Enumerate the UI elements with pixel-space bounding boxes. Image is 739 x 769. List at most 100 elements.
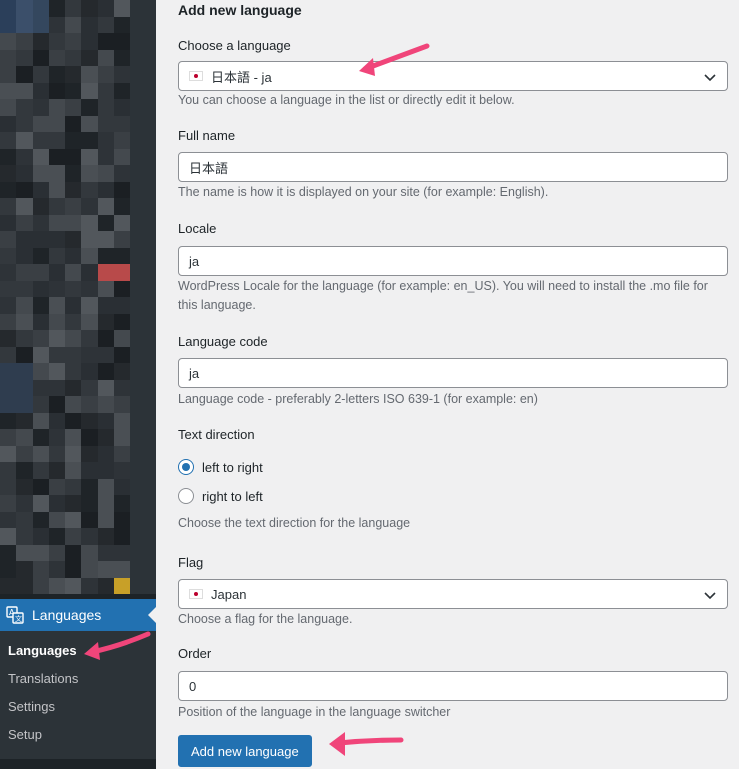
mosaic-tile <box>65 264 82 281</box>
mosaic-tile <box>97 495 114 512</box>
menu-languages-label: Languages <box>32 607 102 623</box>
mosaic-tile <box>65 495 82 512</box>
mosaic-tile <box>113 115 130 132</box>
choose-language-help: You can choose a language in the list or… <box>178 93 515 107</box>
mosaic-tile <box>0 115 17 132</box>
mosaic-tile <box>97 82 114 99</box>
mosaic-tile <box>97 478 114 495</box>
mosaic-tile <box>113 577 130 594</box>
mosaic-tile <box>97 148 114 165</box>
mosaic-tile <box>16 346 33 363</box>
mosaic-tile <box>16 231 33 248</box>
mosaic-tile <box>81 66 98 83</box>
mosaic-tile <box>97 165 114 182</box>
mosaic-tile <box>97 264 114 281</box>
mosaic-tile <box>48 379 65 396</box>
mosaic-tile <box>48 429 65 446</box>
mosaic-tile <box>16 181 33 198</box>
japan-flag-icon <box>189 589 203 599</box>
full-name-input[interactable]: 日本語 <box>178 152 728 182</box>
mosaic-tile <box>48 280 65 297</box>
mosaic-tile <box>16 313 33 330</box>
mosaic-tile <box>65 66 82 83</box>
mosaic-tile <box>113 561 130 578</box>
mosaic-tile <box>81 412 98 429</box>
mosaic-tile <box>81 280 98 297</box>
mosaic-tile <box>32 264 49 281</box>
mosaic-tile <box>32 280 49 297</box>
language-code-value: ja <box>189 365 200 381</box>
mosaic-tile <box>32 462 49 479</box>
mosaic-tile <box>113 544 130 561</box>
mosaic-tile <box>48 412 65 429</box>
mosaic-tile <box>113 82 130 99</box>
mosaic-tile <box>65 330 82 347</box>
language-code-input[interactable]: ja <box>178 358 728 388</box>
mosaic-tile <box>48 181 65 198</box>
mosaic-tile <box>16 99 33 116</box>
annotation-arrow-icon <box>329 732 404 756</box>
mosaic-tile <box>113 297 130 314</box>
mosaic-tile <box>113 132 130 149</box>
submenu-item-settings[interactable]: Settings <box>0 693 156 721</box>
mosaic-tile <box>81 313 98 330</box>
mosaic-tile <box>48 330 65 347</box>
mosaic-tile <box>0 49 17 66</box>
mosaic-tile <box>65 412 82 429</box>
mosaic-tile <box>65 99 82 116</box>
mosaic-tile <box>0 82 17 99</box>
mosaic-tile <box>16 247 33 264</box>
mosaic-tile <box>97 214 114 231</box>
locale-input[interactable]: ja <box>178 246 728 276</box>
mosaic-tile <box>97 445 114 462</box>
mosaic-tile <box>0 429 17 446</box>
mosaic-tile <box>0 528 17 545</box>
chevron-down-icon <box>704 592 716 600</box>
mosaic-tile <box>81 396 98 413</box>
mosaic-tile <box>48 478 65 495</box>
mosaic-tile <box>81 363 98 380</box>
mosaic-tile <box>0 264 17 281</box>
choose-language-select[interactable]: 日本語 - ja <box>178 61 728 91</box>
mosaic-tile <box>97 577 114 594</box>
mosaic-tile <box>81 264 98 281</box>
mosaic-tile <box>32 412 49 429</box>
mosaic-tile <box>32 16 49 33</box>
radio-button-unchecked[interactable] <box>178 488 194 504</box>
mosaic-tile <box>81 297 98 314</box>
mosaic-tile <box>81 198 98 215</box>
mosaic-tile <box>65 49 82 66</box>
mosaic-tile <box>32 165 49 182</box>
mosaic-tile <box>32 148 49 165</box>
add-new-language-button[interactable]: Add new language <box>178 735 312 767</box>
menu-languages[interactable]: A 文 Languages <box>0 599 156 631</box>
order-input[interactable]: 0 <box>178 671 728 701</box>
radio-ltr[interactable]: left to right <box>178 459 263 475</box>
radio-rtl[interactable]: right to left <box>178 488 263 504</box>
mosaic-tile <box>65 247 82 264</box>
mosaic-tile <box>65 132 82 149</box>
mosaic-tile <box>16 198 33 215</box>
japan-flag-icon <box>189 71 203 81</box>
flag-select[interactable]: Japan <box>178 579 728 609</box>
order-label: Order <box>178 646 212 661</box>
flag-value: Japan <box>211 586 247 602</box>
mosaic-tile <box>0 379 17 396</box>
mosaic-tile <box>65 297 82 314</box>
mosaic-tile <box>16 511 33 528</box>
mosaic-tile <box>113 49 130 66</box>
mosaic-tile <box>32 396 49 413</box>
mosaic-tile <box>16 0 33 17</box>
radio-button-checked[interactable] <box>178 459 194 475</box>
mosaic-tile <box>32 214 49 231</box>
mosaic-tile <box>113 511 130 528</box>
language-code-label: Language code <box>178 334 268 349</box>
mosaic-tile <box>16 478 33 495</box>
mosaic-tile <box>65 198 82 215</box>
mosaic-tile <box>113 247 130 264</box>
submenu-item-translations[interactable]: Translations <box>0 665 156 693</box>
mosaic-tile <box>65 214 82 231</box>
mosaic-tile <box>48 132 65 149</box>
submenu-item-setup[interactable]: Setup <box>0 721 156 749</box>
mosaic-tile <box>65 544 82 561</box>
